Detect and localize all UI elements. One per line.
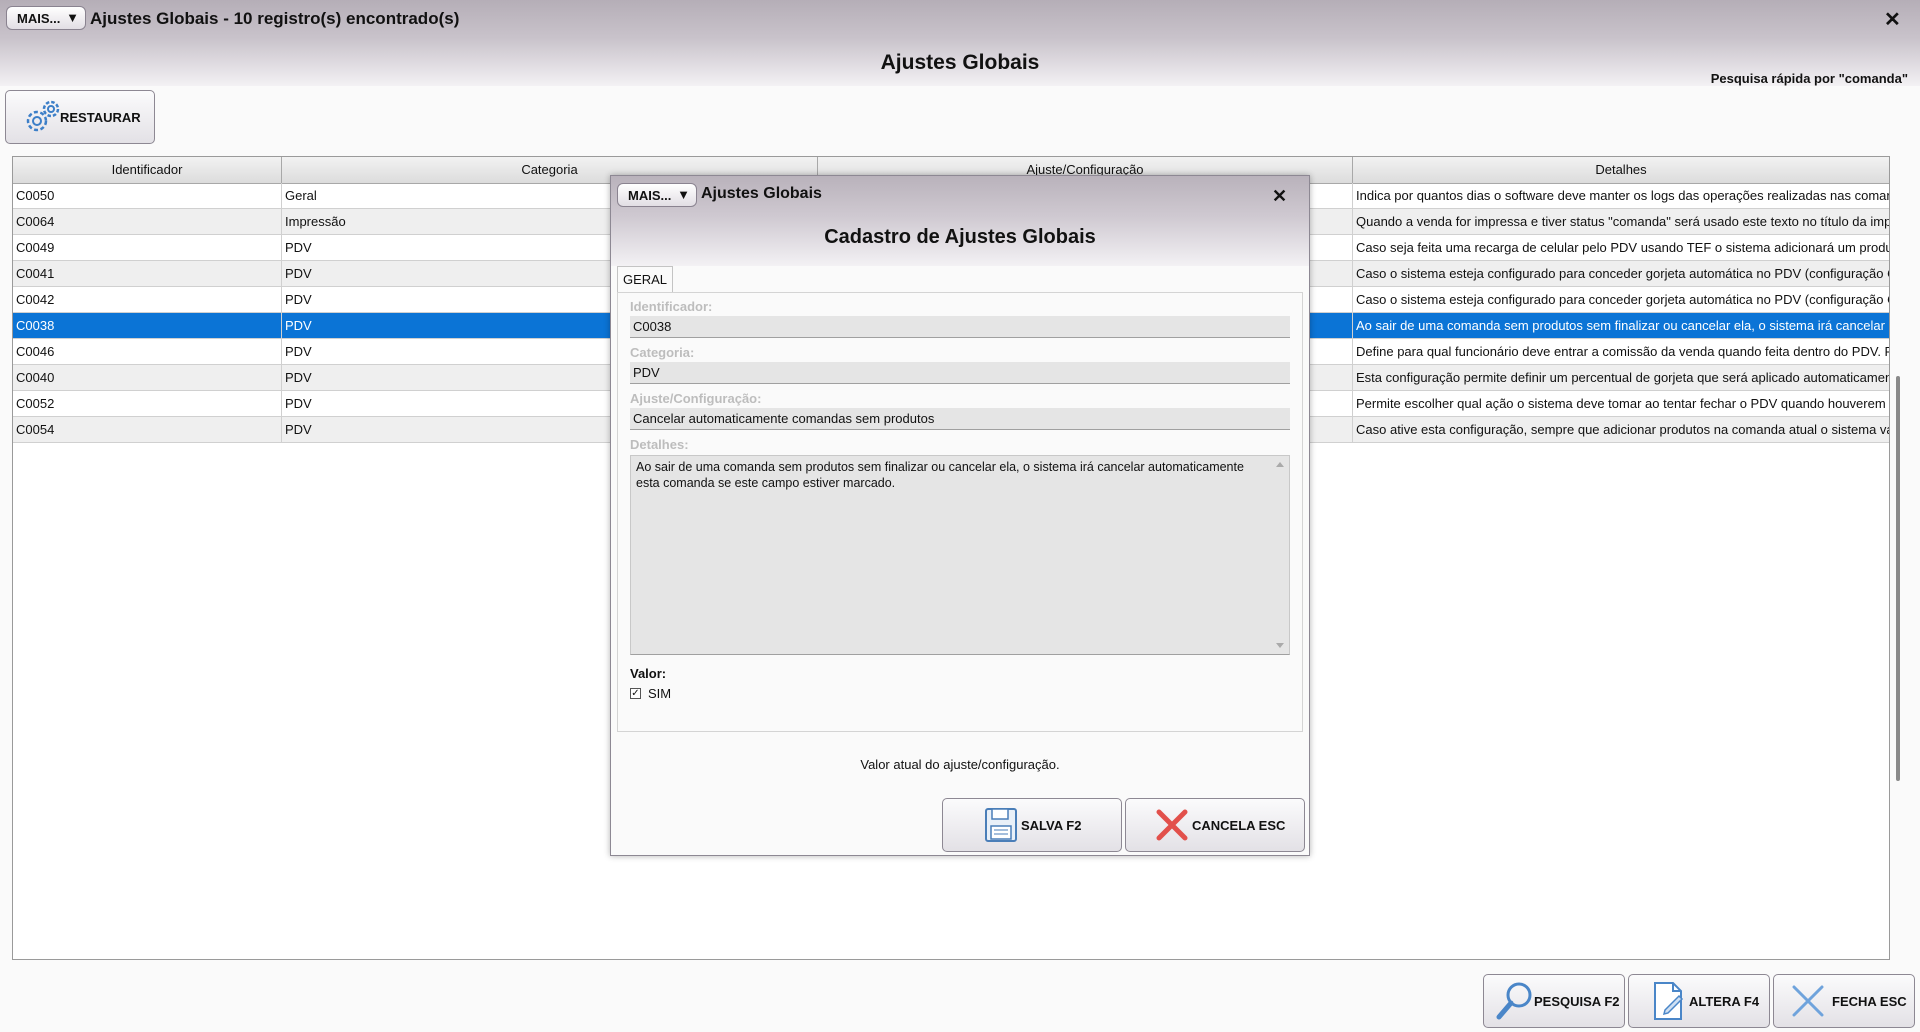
close-button[interactable]: FECHA ESC	[1773, 974, 1915, 1028]
dropdown-arrow-icon: ▼	[677, 187, 690, 202]
ajuste-field[interactable]: Cancelar automaticamente comandas sem pr…	[630, 408, 1290, 430]
cell-identificador: C0054	[13, 417, 282, 442]
cell-identificador: C0049	[13, 235, 282, 260]
dropdown-arrow-icon: ▼	[66, 10, 79, 25]
page-title: Ajustes Globais	[880, 51, 1040, 74]
search-label: PESQUISA F2	[1534, 993, 1620, 1009]
sim-checkbox[interactable]: ✓	[630, 688, 641, 699]
cell-detalhes: Caso seja feita uma recarga de celular p…	[1356, 240, 1889, 255]
dialog-mais-menu-button[interactable]: MAIS... ▼	[617, 183, 697, 207]
save-label: SALVA F2	[1021, 817, 1082, 833]
tab-geral[interactable]: GERAL	[617, 266, 673, 292]
gears-icon	[26, 100, 60, 132]
cell-detalhes: Caso o sistema esteja configurado para c…	[1356, 266, 1889, 281]
mais-label: MAIS...	[17, 11, 61, 26]
magnifier-icon	[1496, 982, 1532, 1020]
restore-label: RESTAURAR	[60, 109, 141, 125]
scroll-up-icon[interactable]	[1271, 458, 1289, 470]
categoria-label: Categoria:	[630, 345, 695, 360]
ajuste-label: Ajuste/Configuração:	[630, 391, 762, 406]
cell-detalhes: Permite escolher qual ação o sistema dev…	[1356, 396, 1889, 411]
cell-identificador: C0052	[13, 391, 282, 416]
cell-detalhes: Ao sair de uma comanda sem produtos sem …	[1356, 318, 1889, 333]
cell-identificador: C0040	[13, 365, 282, 390]
cell-detalhes: Quando a venda for impressa e tiver stat…	[1356, 214, 1889, 229]
cell-detalhes: Indica por quantos dias o software deve …	[1356, 188, 1889, 203]
cell-identificador: C0046	[13, 339, 282, 364]
cell-identificador: C0042	[13, 287, 282, 312]
save-button[interactable]: SALVA F2	[942, 798, 1122, 852]
edit-label: ALTERA F4	[1689, 993, 1760, 1009]
textarea-scrollbar[interactable]	[1271, 456, 1289, 654]
cell-detalhes: Esta configuração permite definir um per…	[1356, 370, 1889, 385]
search-button[interactable]: PESQUISA F2	[1483, 974, 1625, 1028]
cell-detalhes: Caso ative esta configuração, sempre que…	[1356, 422, 1889, 437]
cancel-button[interactable]: CANCELA ESC	[1125, 798, 1305, 852]
floppy-disk-icon	[985, 808, 1017, 842]
dialog-mais-label: MAIS...	[628, 188, 672, 203]
geral-panel: Identificador: C0038 Categoria: PDV Ajus…	[617, 292, 1303, 732]
cancel-label: CANCELA ESC	[1192, 817, 1286, 833]
identificador-label: Identificador:	[630, 299, 713, 314]
valor-label: Valor:	[630, 666, 667, 681]
detalhes-text: Ao sair de uma comanda sem produtos sem …	[636, 460, 1244, 490]
mais-menu-button[interactable]: MAIS... ▼	[6, 6, 86, 30]
close-label: FECHA ESC	[1832, 993, 1907, 1009]
dialog-title: Ajustes Globais	[701, 185, 822, 202]
sim-checkbox-label[interactable]: SIM	[648, 686, 671, 701]
column-header-detalhes[interactable]: Detalhes	[1353, 157, 1889, 183]
restore-button[interactable]: RESTAURAR	[5, 90, 155, 144]
cell-identificador: C0050	[13, 183, 282, 208]
scroll-down-icon[interactable]	[1271, 640, 1289, 652]
detalhes-label: Detalhes:	[630, 437, 689, 452]
detalhes-textarea[interactable]: Ao sair de uma comanda sem produtos sem …	[630, 455, 1290, 655]
edit-document-icon	[1654, 982, 1684, 1020]
quick-search-hint: Pesquisa rápida por "comanda"	[1710, 71, 1908, 86]
window-title: Ajustes Globais - 10 registro(s) encontr…	[90, 9, 460, 28]
cell-identificador: C0041	[13, 261, 282, 286]
value-hint: Valor atual do ajuste/configuração.	[860, 757, 1060, 772]
column-header-identificador[interactable]: Identificador	[13, 157, 282, 183]
cell-identificador: C0064	[13, 209, 282, 234]
close-window-icon[interactable]: ✕	[1884, 10, 1901, 30]
close-x-icon	[1792, 985, 1824, 1017]
dialog-heading: Cadastro de Ajustes Globais	[824, 226, 1096, 248]
categoria-field[interactable]: PDV	[630, 362, 1290, 384]
edit-button[interactable]: ALTERA F4	[1628, 974, 1770, 1028]
cell-detalhes: Caso o sistema esteja configurado para c…	[1356, 292, 1889, 307]
cadastro-dialog: MAIS... ▼ Ajustes Globais ✕ Cadastro de A…	[610, 175, 1310, 856]
identificador-field[interactable]: C0038	[630, 316, 1290, 338]
cancel-x-icon	[1156, 809, 1188, 841]
cell-detalhes: Define para qual funcionário deve entrar…	[1356, 344, 1889, 359]
dialog-close-icon[interactable]: ✕	[1272, 186, 1287, 206]
cell-identificador: C0038	[13, 313, 282, 338]
scrollbar-thumb[interactable]	[1896, 376, 1900, 781]
table-scrollbar[interactable]	[1896, 156, 1902, 960]
